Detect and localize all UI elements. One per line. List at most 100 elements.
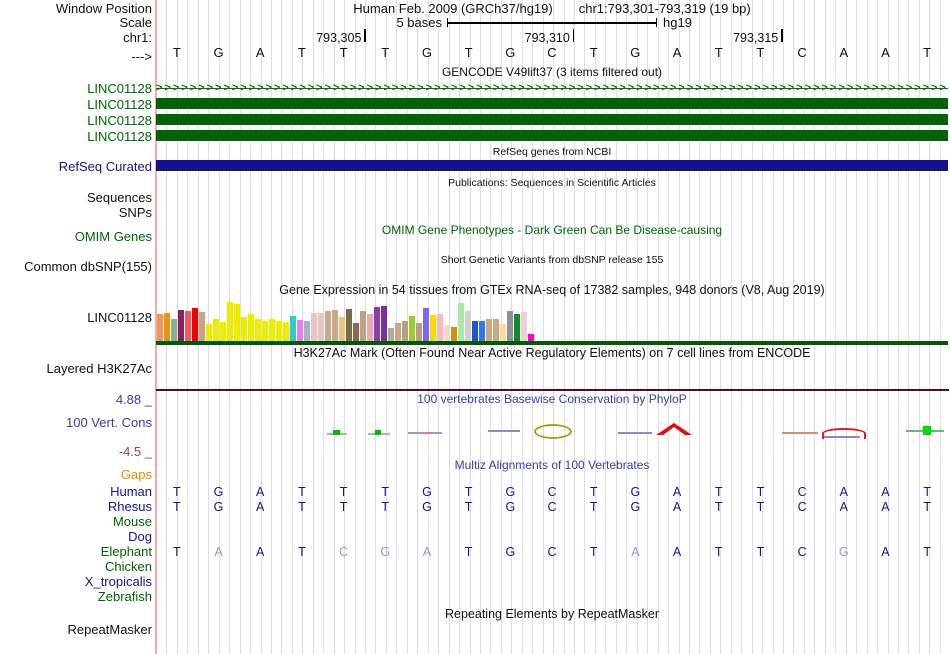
gtex-tissue-bar bbox=[388, 328, 394, 341]
track-label-repeatmasker[interactable]: RepeatMasker bbox=[0, 623, 152, 637]
alignment-row-rhesus[interactable]: TGATTTGTGCTGATTCAAT bbox=[156, 500, 948, 515]
base-letter: G bbox=[505, 45, 516, 60]
aligned-base: A bbox=[839, 485, 848, 499]
species-label-rhesus[interactable]: Rhesus bbox=[0, 500, 152, 514]
alignment-row-elephant[interactable]: TAATCGATGCTAATTCGAT bbox=[156, 545, 948, 560]
refseq-curated-bar[interactable] bbox=[156, 160, 948, 171]
species-label-elephant[interactable]: Elephant bbox=[0, 545, 152, 559]
track-label-linc01128[interactable]: LINC01128 bbox=[0, 98, 152, 112]
alignment-row-dog[interactable] bbox=[156, 530, 948, 545]
species-label-human[interactable]: Human bbox=[0, 485, 152, 499]
aligned-base: A bbox=[256, 500, 265, 514]
track-label-linc01128[interactable]: LINC01128 bbox=[0, 311, 152, 325]
species-label-mouse[interactable]: Mouse bbox=[0, 515, 152, 529]
track-label-chr1-: chr1: bbox=[123, 30, 152, 45]
track-title[interactable]: GENCODE V49lift37 (3 items filtered out) bbox=[156, 66, 948, 79]
aligned-base: G bbox=[505, 545, 516, 559]
aligned-base: T bbox=[756, 500, 765, 514]
aligned-base: T bbox=[381, 500, 390, 514]
species-label-dog[interactable]: Dog bbox=[0, 530, 152, 544]
gtex-tissue-bar bbox=[416, 323, 422, 341]
track-title[interactable]: RefSeq genes from NCBI bbox=[156, 146, 948, 159]
gtex-tissue-bar bbox=[346, 309, 352, 341]
aligned-base: C bbox=[547, 545, 557, 559]
gtex-baseline bbox=[156, 341, 948, 345]
gtex-tissue-bar bbox=[283, 322, 289, 341]
track-title[interactable]: Repeating Elements by RepeatMasker bbox=[156, 608, 948, 621]
aligned-base: G bbox=[213, 485, 224, 499]
alignment-row-zebrafish[interactable] bbox=[156, 590, 948, 605]
track-label-linc01128[interactable]: LINC01128 bbox=[0, 82, 152, 96]
phylop-mark bbox=[618, 432, 652, 434]
gtex-tissue-bar bbox=[381, 306, 387, 341]
track-label-sequences[interactable]: Sequences bbox=[0, 191, 152, 205]
aligned-base: T bbox=[464, 545, 473, 559]
track-label-scale: Scale bbox=[119, 15, 152, 30]
gtex-tissue-bar bbox=[465, 311, 471, 341]
aligned-base: A bbox=[631, 545, 640, 559]
gtex-tissue-bar bbox=[157, 314, 163, 341]
alignment-row-x_tropicalis[interactable] bbox=[156, 575, 948, 590]
track-title[interactable]: OMIM Gene Phenotypes - Dark Green Can Be… bbox=[156, 224, 948, 237]
aligned-base: T bbox=[589, 485, 598, 499]
gtex-tissue-bar bbox=[458, 303, 464, 341]
base-letter: G bbox=[213, 45, 224, 60]
gtex-tissue-bar bbox=[528, 334, 534, 341]
base-letter: A bbox=[839, 45, 849, 60]
gtex-tissue-bar bbox=[325, 311, 331, 341]
track-label-100-vert-cons[interactable]: 100 Vert. Cons bbox=[0, 416, 152, 430]
aligned-base: G bbox=[422, 500, 432, 514]
base-letter: A bbox=[672, 45, 682, 60]
species-label-zebrafish[interactable]: Zebrafish bbox=[0, 590, 152, 604]
gtex-tissue-bar bbox=[213, 319, 219, 341]
aligned-base: G bbox=[505, 500, 516, 514]
ruler-tick-mark bbox=[781, 29, 783, 42]
gtex-tissue-bar bbox=[255, 319, 261, 341]
alignment-row-gaps[interactable] bbox=[156, 468, 948, 483]
gtex-tissue-bar bbox=[332, 310, 338, 341]
base-letter: C bbox=[547, 45, 557, 60]
phylop-mark bbox=[824, 436, 860, 438]
gencode-exon-bar-3[interactable] bbox=[156, 130, 948, 141]
track-title[interactable]: Publications: Sequences in Scientific Ar… bbox=[156, 177, 948, 190]
aligned-base: A bbox=[672, 500, 682, 514]
gtex-tissue-bar bbox=[493, 319, 499, 341]
gtex-tissue-bar bbox=[514, 314, 520, 341]
track-label-layered-h3k27ac[interactable]: Layered H3K27Ac bbox=[0, 362, 152, 376]
track-title[interactable]: 100 vertebrates Basewise Conservation by… bbox=[156, 393, 948, 406]
species-label-gaps[interactable]: Gaps bbox=[0, 468, 152, 482]
track-label-omim-genes[interactable]: OMIM Genes bbox=[0, 230, 152, 244]
alignment-row-chicken[interactable] bbox=[156, 560, 948, 575]
alignment-row-mouse[interactable] bbox=[156, 515, 948, 530]
gtex-tissue-bar bbox=[262, 321, 268, 341]
base-letter: T bbox=[381, 45, 390, 60]
gencode-strand-arrows[interactable]: >>>>>>>>>>>>>>>>>>>>>>>>>>>>>>>>>>>>>>>>… bbox=[156, 83, 948, 95]
track-label-linc01128[interactable]: LINC01128 bbox=[0, 114, 152, 128]
alignment-row-human[interactable]: TGATTTGTGCTGATTCAAT bbox=[156, 485, 948, 500]
species-label-chicken[interactable]: Chicken bbox=[0, 560, 152, 574]
track-label-refseq-curated[interactable]: RefSeq Curated bbox=[0, 160, 152, 174]
gtex-tissue-bar bbox=[430, 315, 436, 341]
gtex-tissue-bar bbox=[500, 324, 506, 341]
aligned-base: T bbox=[339, 485, 348, 499]
gtex-tissue-bar bbox=[451, 327, 457, 341]
species-label-x_tropicalis[interactable]: X_tropicalis bbox=[0, 575, 152, 589]
track-title[interactable]: H3K27Ac Mark (Often Found Near Active Re… bbox=[156, 347, 948, 360]
phylop-mark bbox=[923, 426, 931, 435]
track-title[interactable]: Short Genetic Variants from dbSNP releas… bbox=[156, 254, 948, 267]
track-label-linc01128[interactable]: LINC01128 bbox=[0, 130, 152, 144]
track-label-snps[interactable]: SNPs bbox=[0, 206, 152, 220]
gencode-exon-bar-1[interactable] bbox=[156, 98, 948, 109]
gencode-exon-bar-2[interactable] bbox=[156, 114, 948, 125]
gtex-tissue-bar bbox=[269, 319, 275, 341]
aligned-base: T bbox=[173, 545, 181, 559]
aligned-base: T bbox=[381, 485, 390, 499]
aligned-base: T bbox=[298, 485, 306, 499]
gtex-tissue-bar bbox=[185, 311, 191, 341]
base-letter: G bbox=[630, 45, 641, 60]
aligned-base: T bbox=[589, 545, 598, 559]
track-title[interactable]: Gene Expression in 54 tissues from GTEx … bbox=[156, 284, 948, 297]
track-label-common-dbsnp-155-[interactable]: Common dbSNP(155) bbox=[0, 260, 152, 274]
aligned-base: T bbox=[923, 485, 931, 499]
phylop-mark bbox=[782, 432, 818, 434]
